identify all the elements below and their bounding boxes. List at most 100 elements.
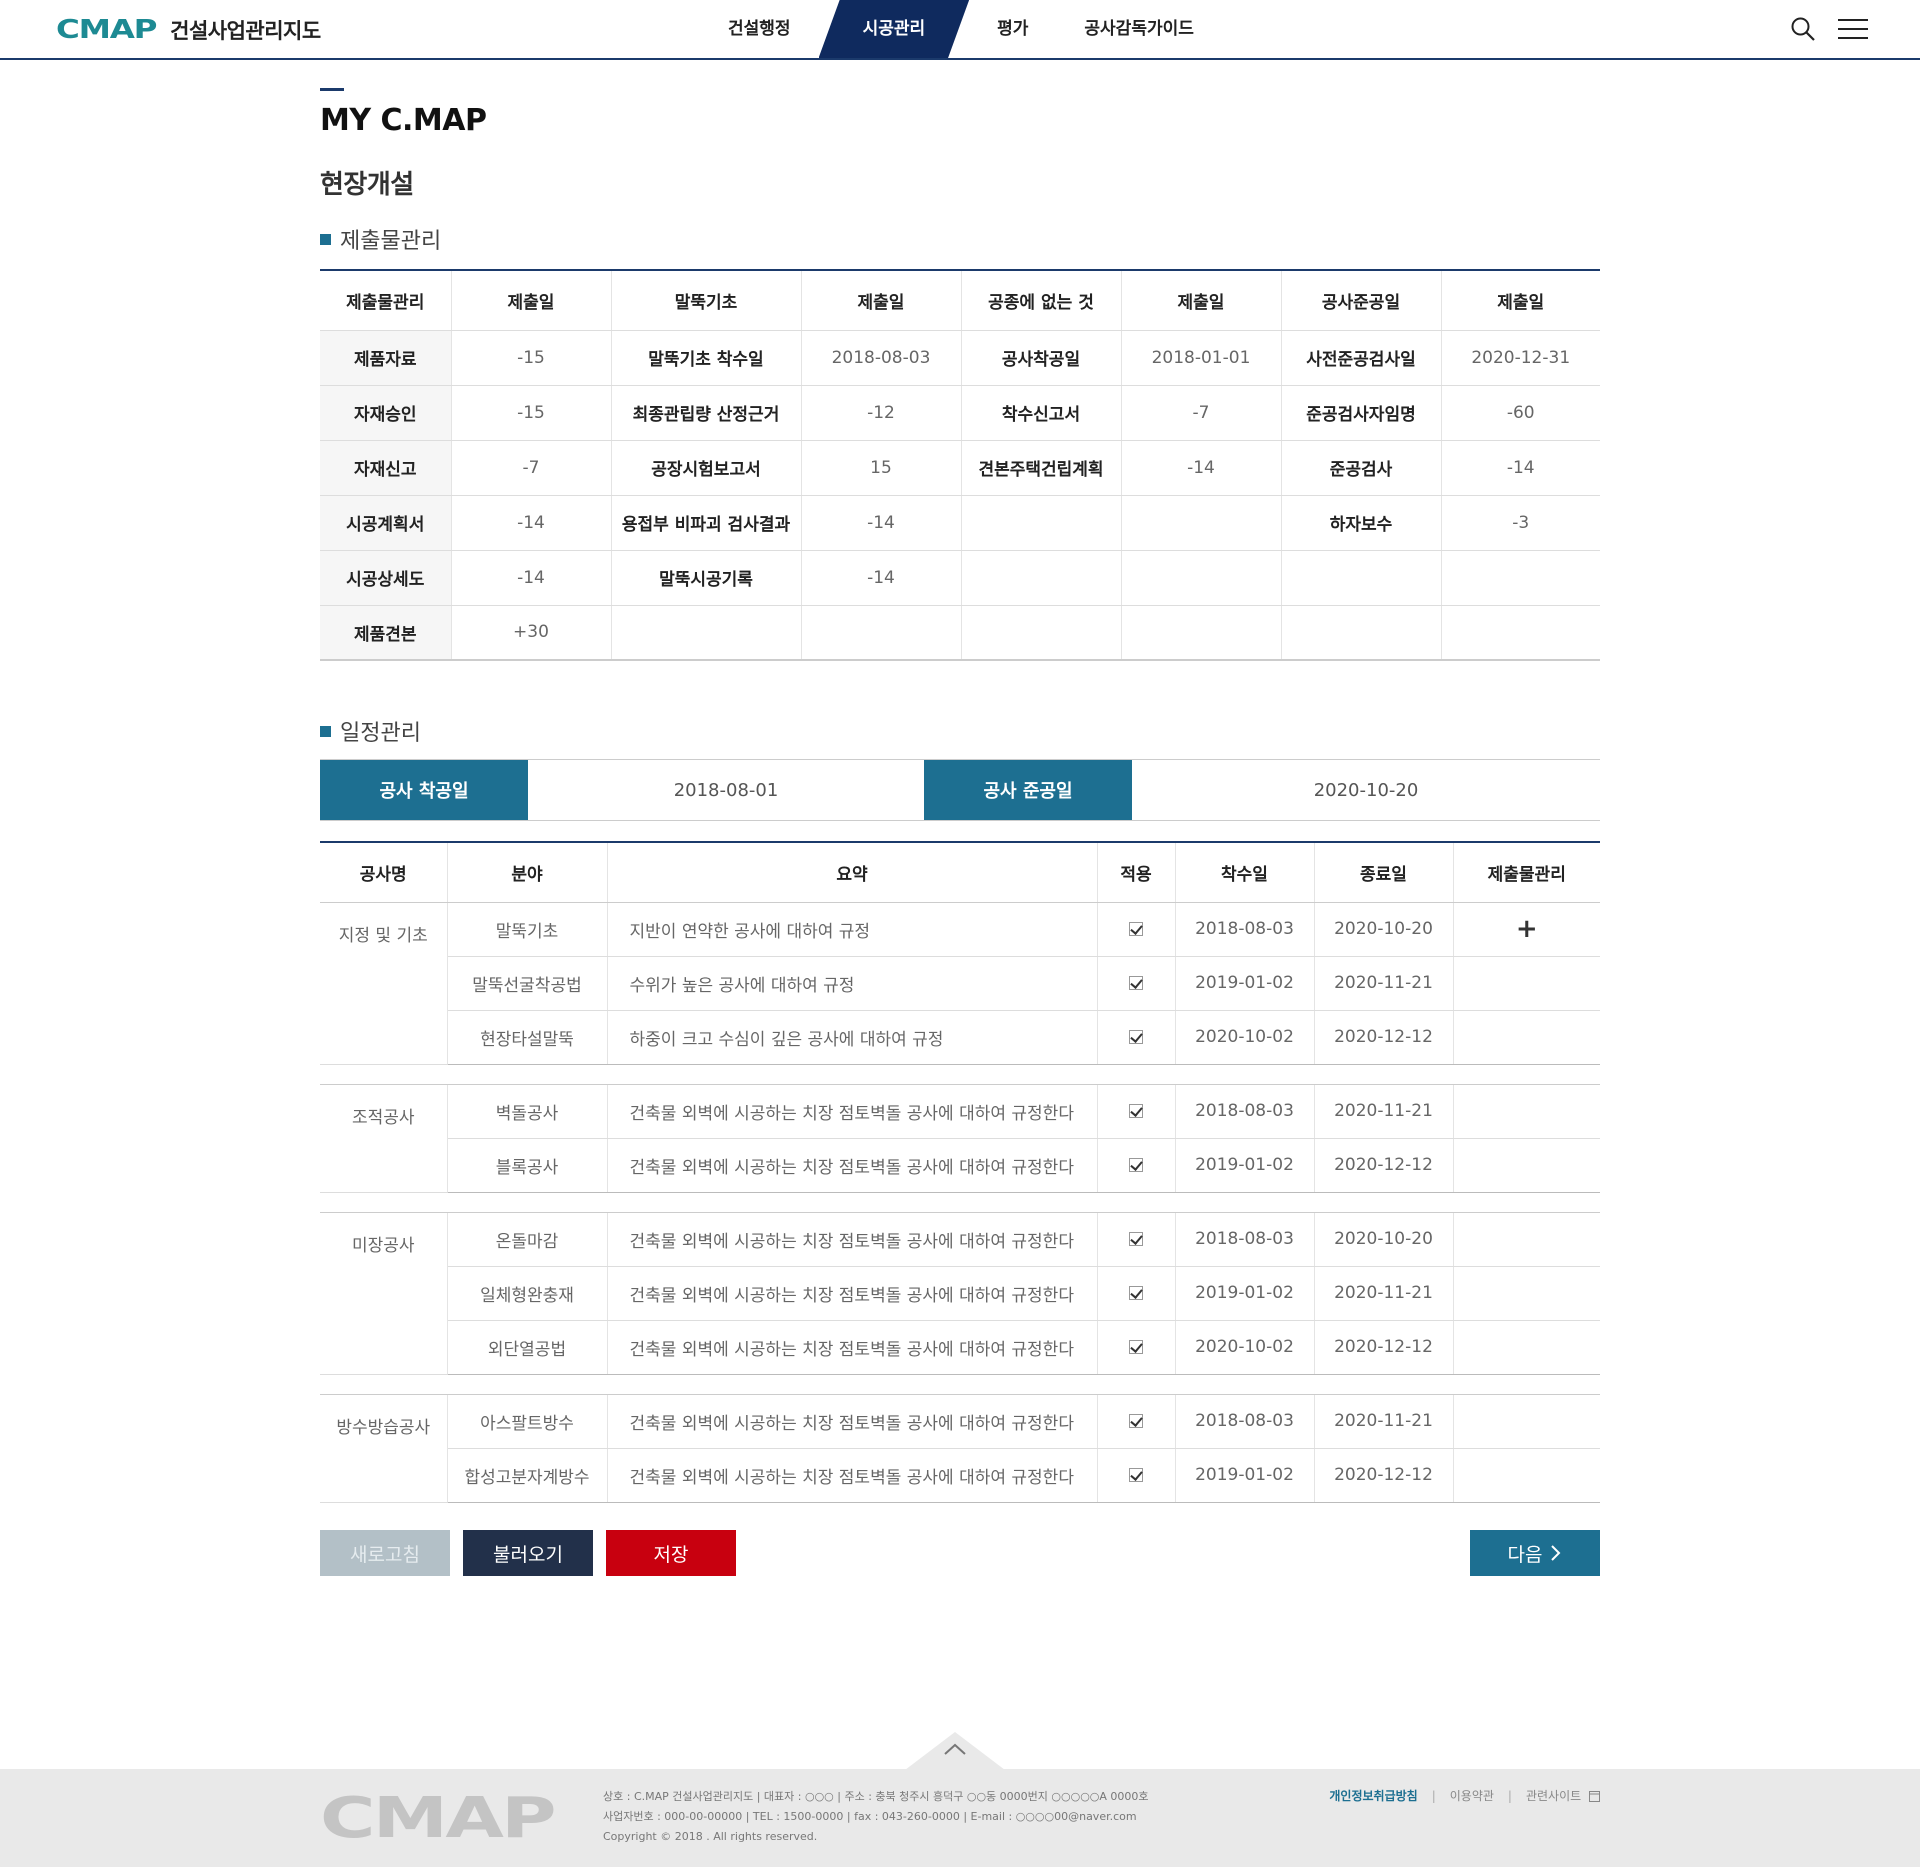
submission-offset-value[interactable]: 2018-01-01 [1121,330,1282,386]
table-row: 시공상세도 -14 말뚝시공기록 -14 [320,550,1600,606]
apply-checkbox[interactable] [1129,1158,1143,1172]
start-date[interactable]: 2019-01-02 [1175,956,1315,1011]
start-date[interactable]: 2018-08-03 [1175,1394,1315,1449]
apply-checkbox[interactable] [1129,1030,1143,1044]
submission-item-label: 제품자료 [320,330,452,386]
submission-offset-value[interactable]: -14 [451,495,612,551]
submission-item-label: 공사착공일 [961,330,1122,386]
apply-cell [1097,1010,1176,1065]
submission-offset-value[interactable]: 2020-12-31 [1441,330,1600,386]
footer-info-line: 상호 : C.MAP 건설사업관리지도 | 대표자 : ○○○ | 주소 : 충… [603,1790,1149,1803]
work-group-name: 방수방습공사 [320,1394,448,1503]
work-summary: 건축물 외벽에 시공하는 치장 점토벽돌 공사에 대하여 규정한다 [607,1266,1098,1321]
submission-offset-value[interactable]: -12 [801,385,962,441]
submission-offset-value[interactable]: -7 [451,440,612,496]
submission-offset-value[interactable]: -3 [1441,495,1600,551]
terms-link[interactable]: 이용약관 [1450,1787,1494,1804]
apply-checkbox[interactable] [1129,1340,1143,1354]
submission-offset-value[interactable]: 15 [801,440,962,496]
load-button[interactable]: 불러오기 [463,1530,593,1576]
nav-construction-admin[interactable]: 건설행정 [700,0,819,58]
submission-table: 제출물관리 제출일 말뚝기초 제출일 공종에 없는 것 제출일 공사준공일 제출일 제품자료 -… [320,269,1600,661]
end-date[interactable]: 2020-10-20 [1314,1212,1454,1267]
submission-offset-value[interactable]: -15 [451,330,612,386]
refresh-button[interactable]: 새로고침 [320,1530,450,1576]
start-date[interactable]: 2018-08-03 [1175,1084,1315,1139]
submission-cell [1453,1394,1600,1449]
menu-icon[interactable] [1838,14,1868,44]
submission-offset-value[interactable]: -14 [1121,440,1282,496]
end-date[interactable]: 2020-12-12 [1314,1138,1454,1193]
submission-cell [1453,1084,1600,1139]
submission-cell [1453,1138,1600,1193]
apply-checkbox[interactable] [1129,1104,1143,1118]
end-date[interactable]: 2020-12-12 [1314,1010,1454,1065]
end-date-value[interactable]: 2020-10-20 [1132,760,1600,820]
end-date[interactable]: 2020-12-12 [1314,1320,1454,1375]
start-date-value[interactable]: 2018-08-01 [528,760,924,820]
related-sites-label: 관련사이트 [1525,1789,1582,1803]
apply-checkbox[interactable] [1129,1468,1143,1482]
save-button[interactable]: 저장 [606,1530,736,1576]
end-date[interactable]: 2020-11-21 [1314,1084,1454,1139]
end-date[interactable]: 2020-12-12 [1314,1448,1454,1503]
submission-offset-value[interactable]: -14 [451,550,612,606]
submission-offset-value[interactable]: +30 [451,605,612,661]
start-date[interactable]: 2020-10-02 [1175,1010,1315,1065]
work-field: 온돌마감 [447,1212,608,1267]
apply-checkbox[interactable] [1129,1232,1143,1246]
submission-item-label [611,605,802,661]
table-row: 자재승인 -15 최종관립량 산정근거 -12 착수신고서 -7 준공검사자임명 -60 [320,385,1600,441]
start-date[interactable]: 2018-08-03 [1175,902,1315,957]
start-date[interactable]: 2019-01-02 [1175,1138,1315,1193]
submission-offset-value[interactable]: -14 [1441,440,1600,496]
end-date[interactable]: 2020-11-21 [1314,1394,1454,1449]
apply-cell [1097,1448,1176,1503]
external-window-icon [1589,1791,1600,1802]
start-date[interactable]: 2019-01-02 [1175,1448,1315,1503]
work-field: 말뚝선굴착공법 [447,956,608,1011]
submission-item-label: 착수신고서 [961,385,1122,441]
submission-offset-value[interactable]: -15 [451,385,612,441]
related-sites-link[interactable]: 관련사이트 [1526,1787,1600,1804]
add-submission-button[interactable]: + [1516,914,1538,944]
submission-offset-value[interactable]: 2018-08-03 [801,330,962,386]
apply-checkbox[interactable] [1129,922,1143,936]
nav-construction-management[interactable]: 시공관리 [818,0,970,58]
submission-item-label: 공장시험보고서 [611,440,802,496]
apply-checkbox[interactable] [1129,1414,1143,1428]
scroll-top-button[interactable] [905,1730,1005,1770]
action-buttons: 새로고침 불러오기 저장 다음 [320,1530,1600,1576]
column-header: 제출물관리 [1453,842,1600,903]
submission-offset-value[interactable]: -14 [801,495,962,551]
submission-offset-value[interactable]: -60 [1441,385,1600,441]
column-header: 제출일 [451,270,612,331]
submission-offset-value [1121,495,1282,551]
submission-item-label: 견본주택건립계획 [961,440,1122,496]
column-header: 적용 [1097,842,1176,903]
nav-supervision-guide[interactable]: 공사감독가이드 [1056,0,1221,58]
search-icon[interactable] [1788,14,1818,44]
column-header: 분야 [447,842,608,903]
site-logo[interactable]: CMAP 건설사업관리지도 [56,14,321,46]
submission-offset-value[interactable]: -14 [801,550,962,606]
submission-offset-value[interactable]: -7 [1121,385,1282,441]
next-label: 다음 [1507,1543,1543,1566]
privacy-policy-link[interactable]: 개인정보취급방침 [1329,1787,1417,1804]
table-row: 제품자료 -15 말뚝기초 착수일 2018-08-03 공사착공일 2018-01-01… [320,330,1600,386]
end-date[interactable]: 2020-10-20 [1314,902,1454,957]
nav-evaluation[interactable]: 평가 [969,0,1056,58]
start-date[interactable]: 2019-01-02 [1175,1266,1315,1321]
apply-checkbox[interactable] [1129,1286,1143,1300]
next-button[interactable]: 다음 [1470,1530,1600,1576]
apply-checkbox[interactable] [1129,976,1143,990]
table-row: 합성고분자계방수 건축물 외벽에 시공하는 치장 점토벽돌 공사에 대하여 규정한… [320,1448,1600,1503]
start-date[interactable]: 2018-08-03 [1175,1212,1315,1267]
start-date[interactable]: 2020-10-02 [1175,1320,1315,1375]
end-date[interactable]: 2020-11-21 [1314,956,1454,1011]
end-date[interactable]: 2020-11-21 [1314,1266,1454,1321]
table-row: 외단열공법 건축물 외벽에 시공하는 치장 점토벽돌 공사에 대하여 규정한다 20… [320,1320,1600,1375]
column-header: 착수일 [1175,842,1315,903]
submission-item-label: 하자보수 [1281,495,1442,551]
group-spacer-cell [320,1374,1600,1395]
